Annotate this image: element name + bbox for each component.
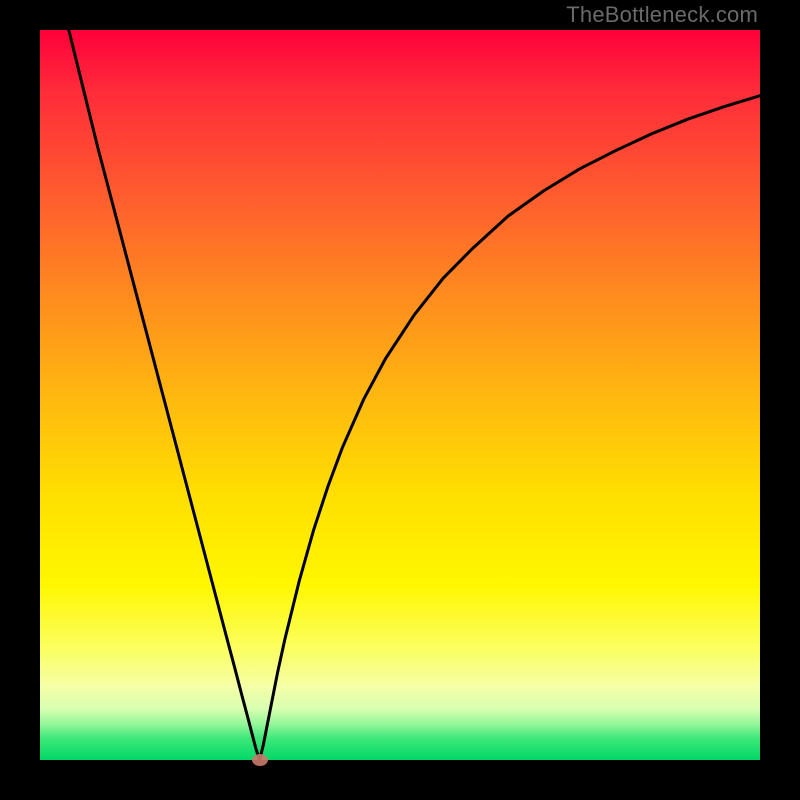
watermark-text: TheBottleneck.com — [566, 2, 758, 28]
chart-frame: TheBottleneck.com — [0, 0, 800, 800]
bottleneck-curve — [40, 30, 760, 760]
minimum-marker — [252, 754, 268, 766]
